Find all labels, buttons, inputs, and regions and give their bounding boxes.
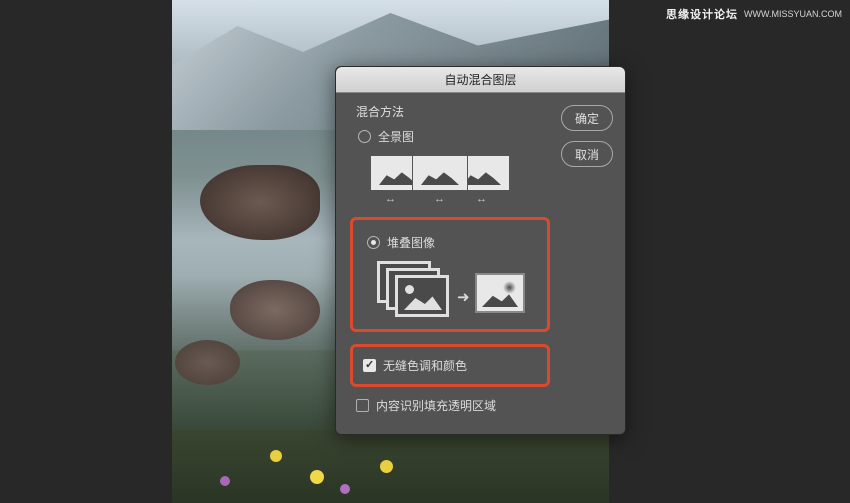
- stack-radio[interactable]: [367, 236, 380, 249]
- content-aware-label: 内容识别填充透明区域: [376, 397, 496, 414]
- dialog-titlebar[interactable]: 自动混合图层: [336, 67, 625, 93]
- photo-rock: [175, 340, 240, 385]
- auto-blend-layers-dialog: 自动混合图层 混合方法 全景图 ↔ ↔ ↔ 堆叠图像: [335, 66, 626, 435]
- blend-method-label: 混合方法: [356, 103, 550, 120]
- panorama-radio-row[interactable]: 全景图: [358, 128, 550, 145]
- ok-button[interactable]: 确定: [561, 105, 613, 131]
- seamless-highlight: 无缝色调和颜色: [350, 344, 550, 387]
- photo-flower: [340, 484, 350, 494]
- watermark: 思缘设计论坛 WWW.MISSYUAN.COM: [666, 6, 842, 22]
- content-aware-checkbox[interactable]: [356, 399, 369, 412]
- stack-highlight: 堆叠图像 ➜: [350, 217, 550, 332]
- photo-flower: [270, 450, 282, 462]
- stack-label: 堆叠图像: [387, 234, 435, 251]
- panorama-radio[interactable]: [358, 130, 371, 143]
- photo-flower: [380, 460, 393, 473]
- photo-rock: [230, 280, 320, 340]
- panorama-label: 全景图: [378, 128, 414, 145]
- photo-flower: [310, 470, 324, 484]
- watermark-url: WWW.MISSYUAN.COM: [744, 9, 842, 19]
- seamless-checkbox[interactable]: [363, 359, 376, 372]
- seamless-checkbox-row[interactable]: 无缝色调和颜色: [363, 357, 543, 374]
- panorama-icon: ↔ ↔ ↔: [370, 155, 510, 203]
- dialog-body: 混合方法 全景图 ↔ ↔ ↔ 堆叠图像: [336, 93, 625, 434]
- watermark-logo: 思缘设计论坛: [666, 6, 738, 22]
- dialog-title: 自动混合图层: [444, 71, 516, 88]
- photo-rock: [200, 165, 320, 240]
- stack-radio-row[interactable]: 堆叠图像: [367, 234, 541, 251]
- photo-flower: [220, 476, 230, 486]
- cancel-button[interactable]: 取消: [561, 141, 613, 167]
- stack-images-icon: ➜: [377, 261, 527, 317]
- seamless-label: 无缝色调和颜色: [383, 357, 467, 374]
- dialog-buttons: 确定 取消: [561, 105, 613, 167]
- content-aware-checkbox-row[interactable]: 内容识别填充透明区域: [356, 397, 550, 414]
